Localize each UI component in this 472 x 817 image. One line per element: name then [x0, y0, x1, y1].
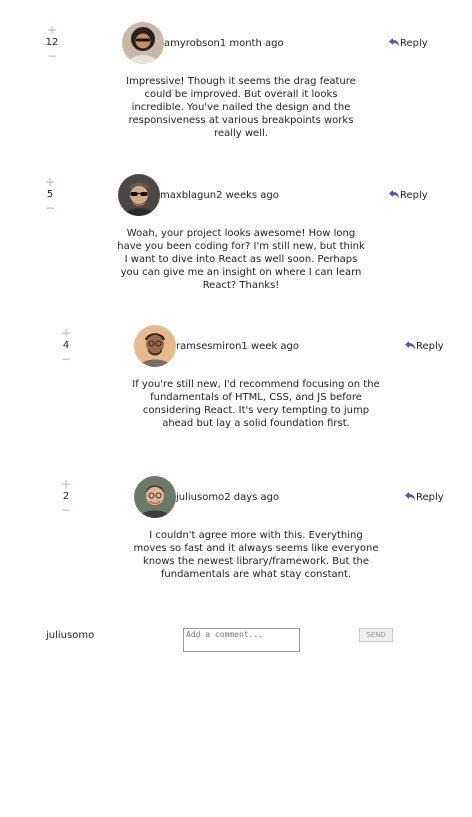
vote-control: + 4 −	[54, 327, 78, 365]
timestamp: 1 month ago	[219, 38, 284, 49]
username[interactable]: juliusomo	[176, 492, 224, 503]
comment-meta: juliusomo2 days ago	[176, 491, 279, 505]
avatar-amyrobson-icon	[122, 22, 164, 64]
reply-icon	[389, 38, 399, 47]
timestamp: 2 days ago	[224, 492, 280, 503]
vote-control: + 12 −	[40, 24, 64, 62]
downvote-button[interactable]: −	[38, 202, 62, 214]
reply-icon	[405, 492, 415, 501]
avatar-maxblagun-icon	[118, 174, 160, 216]
downvote-button[interactable]: −	[54, 353, 78, 365]
reply-button[interactable]: Reply	[405, 491, 444, 505]
comment-content: If you're still new, I'd recommend focus…	[132, 379, 380, 429]
composer-username: juliusomo	[46, 630, 95, 641]
reply-label: Reply	[400, 38, 428, 49]
reply-icon	[389, 190, 399, 199]
vote-control: + 5 −	[38, 176, 62, 214]
avatar-juliusomo-icon	[134, 476, 176, 518]
reply-icon	[405, 341, 415, 350]
downvote-button[interactable]: −	[54, 504, 78, 516]
reply-label: Reply	[416, 492, 444, 503]
comment-meta: amyrobson1 month ago	[164, 37, 284, 51]
downvote-button[interactable]: −	[40, 50, 64, 62]
upvote-button[interactable]: +	[38, 176, 62, 188]
timestamp: 1 week ago	[241, 341, 300, 352]
vote-count: 2	[62, 491, 70, 502]
vote-count: 12	[45, 37, 59, 48]
avatar	[134, 476, 176, 518]
comment-meta: maxblagun2 weeks ago	[160, 189, 279, 203]
comment-input[interactable]	[183, 628, 300, 652]
username[interactable]: ramsesmiron	[176, 341, 241, 352]
username[interactable]: maxblagun	[160, 190, 216, 201]
vote-count: 5	[46, 189, 54, 200]
vote-count: 4	[62, 340, 70, 351]
reply-button[interactable]: Reply	[389, 189, 428, 203]
avatar	[122, 22, 164, 64]
upvote-button[interactable]: +	[40, 24, 64, 36]
reply-label: Reply	[400, 190, 428, 201]
avatar-ramsesmiron-icon	[134, 325, 176, 367]
comment-content: Impressive! Though it seems the drag fea…	[126, 76, 356, 139]
comment-content: Woah, your project looks awesome! How lo…	[117, 228, 365, 291]
reply-button[interactable]: Reply	[389, 37, 428, 51]
avatar	[134, 325, 176, 367]
username[interactable]: amyrobson	[164, 38, 220, 49]
avatar	[118, 174, 160, 216]
reply-label: Reply	[416, 341, 444, 352]
send-button[interactable]: SEND	[359, 628, 393, 642]
reply-button[interactable]: Reply	[405, 340, 444, 354]
vote-control: + 2 −	[54, 478, 78, 516]
timestamp: 2 weeks ago	[216, 190, 279, 201]
upvote-button[interactable]: +	[54, 478, 78, 490]
upvote-button[interactable]: +	[54, 327, 78, 339]
comment-content: I couldn't agree more with this. Everyth…	[133, 530, 379, 580]
comment-meta: ramsesmiron1 week ago	[176, 340, 299, 354]
